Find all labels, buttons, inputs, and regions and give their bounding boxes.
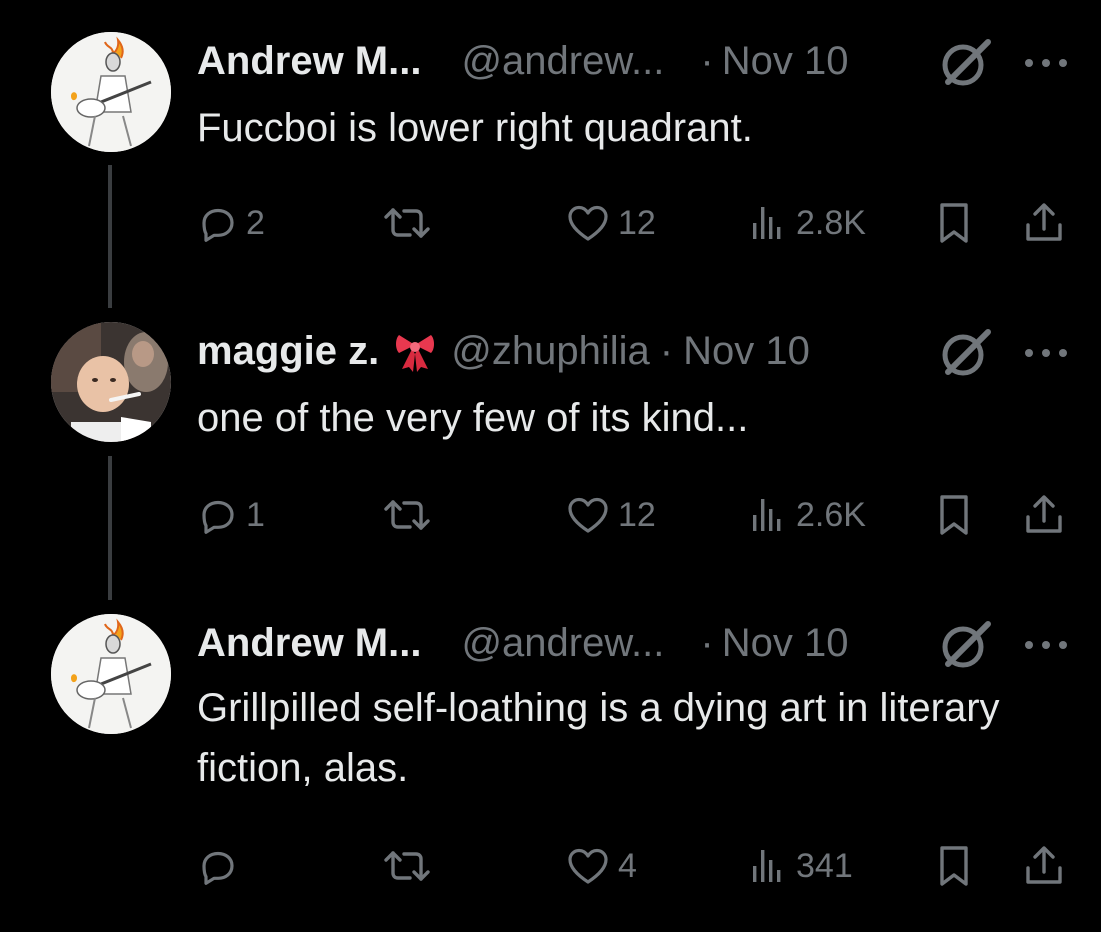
views-icon [748,846,788,886]
views-count: 2.8K [796,203,866,242]
author-name[interactable]: Andrew M... [197,621,421,666]
retweet-icon [383,846,431,886]
author-name[interactable]: Andrew M... [197,39,421,84]
author-handle[interactable]: @andrew... [461,39,664,84]
like-button[interactable]: 4 [566,836,637,896]
like-count: 12 [618,495,656,534]
avatar[interactable] [51,322,171,442]
like-button[interactable]: 12 [566,485,656,545]
tweet[interactable]: Andrew M... @andrew... · Nov 10 Fuccboi … [0,0,1101,290]
retweet-button[interactable] [383,836,439,896]
tweet-header: maggie z. @zhuphilia · Nov 10 [197,321,810,381]
tweet[interactable]: maggie z. @zhuphilia · Nov 10 one of the… [0,290,1101,582]
bookmark-icon [934,844,974,888]
author-handle[interactable]: @andrew... [461,621,664,666]
reply-count: 1 [246,495,265,534]
guitar-sketch-avatar [51,32,171,152]
bookmark-button[interactable] [934,485,974,545]
separator-dot: · [659,328,674,373]
more-icon[interactable] [1021,53,1071,73]
avatar[interactable] [51,32,171,152]
grok-icon[interactable] [938,36,992,90]
grok-icon[interactable] [938,326,992,380]
tweet-text: Grillpilled self-loathing is a dying art… [197,686,1000,790]
reply-icon [198,203,238,243]
views-icon [748,495,788,535]
views-count: 341 [796,846,853,885]
reply-button[interactable]: 1 [198,485,265,545]
guitar-sketch-avatar [51,614,171,734]
separator-dot: · [700,620,714,665]
retweet-icon [383,203,431,243]
more-icon[interactable] [1021,635,1071,655]
reply-icon [198,846,238,886]
share-icon [1022,201,1066,245]
baby-photo-avatar [51,322,171,442]
tweet-date[interactable]: Nov 10 [722,39,849,84]
reply-button[interactable] [198,836,246,896]
like-count: 12 [618,203,656,242]
reply-count: 2 [246,203,265,242]
bookmark-icon [934,493,974,537]
tweet-date[interactable]: Nov 10 [722,621,849,666]
heart-icon [566,846,610,886]
views-icon [748,203,788,243]
more-icon[interactable] [1021,343,1071,363]
tweet-text: one of the very few of its kind... [197,396,749,440]
ribbon-bow-emoji [393,329,437,373]
views-button[interactable]: 2.8K [748,193,866,253]
views-button[interactable]: 2.6K [748,485,866,545]
share-button[interactable] [1022,836,1066,896]
retweet-icon [383,495,431,535]
tweet-header: Andrew M... @andrew... · Nov 10 [197,31,848,91]
share-icon [1022,844,1066,888]
bookmark-button[interactable] [934,193,974,253]
bookmark-button[interactable] [934,836,974,896]
separator-dot: · [700,38,714,83]
tweet-date[interactable]: Nov 10 [683,329,810,374]
tweet-header: Andrew M... @andrew... · Nov 10 [197,613,848,673]
bookmark-icon [934,201,974,245]
like-button[interactable]: 12 [566,193,656,253]
tweet-text: Fuccboi is lower right quadrant. [197,106,753,150]
action-bar: 2 12 2.8K [0,193,1101,253]
author-handle[interactable]: @zhuphilia [451,329,650,374]
retweet-button[interactable] [383,485,439,545]
author-name[interactable]: maggie z. [197,329,379,374]
retweet-button[interactable] [383,193,439,253]
share-button[interactable] [1022,485,1066,545]
share-icon [1022,493,1066,537]
avatar[interactable] [51,614,171,734]
views-button[interactable]: 341 [748,836,853,896]
reply-button[interactable]: 2 [198,193,265,253]
share-button[interactable] [1022,193,1066,253]
heart-icon [566,203,610,243]
tweet[interactable]: Andrew M... @andrew... · Nov 10 Grillpil… [0,582,1101,932]
heart-icon [566,495,610,535]
views-count: 2.6K [796,495,866,534]
like-count: 4 [618,846,637,885]
grok-icon[interactable] [938,618,992,672]
action-bar: 4 341 [0,836,1101,896]
action-bar: 1 12 2.6K [0,485,1101,545]
reply-icon [198,495,238,535]
